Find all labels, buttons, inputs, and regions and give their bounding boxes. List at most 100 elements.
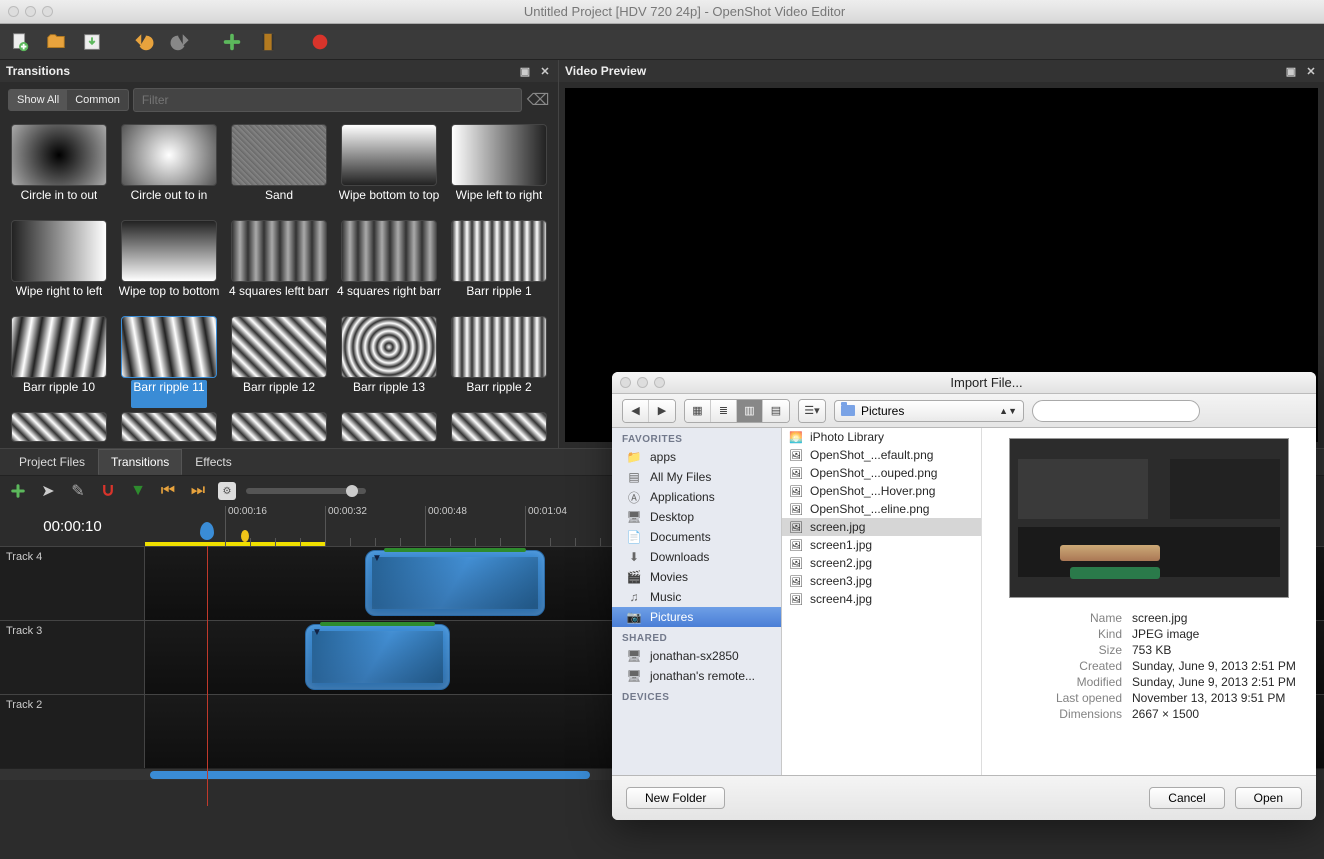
transitions-grid[interactable]: Circle in to outCircle out to inSandWipe… [0,118,558,448]
undo-button[interactable] [130,28,158,56]
dialog-minimize-button[interactable] [637,377,648,388]
view-icons-button[interactable]: ▦ [685,400,711,422]
zoom-window-button[interactable] [42,6,53,17]
timeline-settings-button[interactable]: ⚙ [218,482,236,500]
new-folder-button[interactable]: New Folder [626,787,725,809]
sidebar-item[interactable]: 🖥Desktop [612,507,781,527]
preview-float-button[interactable]: ▣ [1284,64,1298,78]
jump-end-button[interactable]: ⏭ [188,481,208,501]
dialog-search-input[interactable] [1032,400,1200,422]
file-row[interactable]: 🖼screen1.jpg [782,536,981,554]
transition-item[interactable]: Barr ripple 10 [6,316,112,408]
transition-label: Wipe top to bottom [119,284,220,312]
transition-item[interactable]: Barr ripple 13 [336,316,442,408]
path-popup[interactable]: Pictures ▲▼ [834,400,1024,422]
transition-thumbnail [11,124,107,186]
minimize-window-button[interactable] [25,6,36,17]
view-coverflow-button[interactable]: ▤ [763,400,789,422]
movies-icon: 🎬 [626,570,642,584]
tab-project-files[interactable]: Project Files [6,449,98,475]
transition-item[interactable]: 4 squares leftt barr [226,220,332,312]
chevron-updown-icon: ▲▼ [999,406,1017,416]
transition-item[interactable]: Wipe bottom to top [336,124,442,216]
transition-item[interactable]: Barr ripple 11 [116,316,222,408]
transition-item[interactable]: Barr ripple 1 [446,220,552,312]
view-list-button[interactable]: ≣ [711,400,737,422]
pointer-tool-button[interactable]: ➤ [38,481,58,501]
dialog-titlebar[interactable]: Import File... [612,372,1316,394]
transition-item[interactable]: Circle in to out [6,124,112,216]
tab-transitions[interactable]: Transitions [98,449,182,475]
devices-section-header: DEVICES [612,686,781,705]
razor-tool-button[interactable]: ✎ [68,481,88,501]
filmstrip-button[interactable] [254,28,282,56]
meta-value: JPEG image [1132,627,1306,641]
redo-button[interactable] [166,28,194,56]
file-row[interactable]: 🖼screen.jpg [782,518,981,536]
timeline-clip[interactable]: ▼ [305,624,450,690]
path-label: Pictures [861,404,904,418]
transition-item[interactable]: Circle out to in [116,124,222,216]
transitions-filter-input[interactable] [133,88,522,112]
ruler-tick: 00:01:04 [525,506,567,546]
transition-item[interactable]: Wipe left to right [446,124,552,216]
file-list-column[interactable]: 🌅iPhoto Library🖼OpenShot_...efault.png🖼O… [782,428,982,775]
sidebar-item[interactable]: 🎬Movies [612,567,781,587]
transition-item[interactable]: Wipe right to left [6,220,112,312]
sidebar-item[interactable]: ▤All My Files [612,467,781,487]
close-window-button[interactable] [8,6,19,17]
sidebar-item[interactable]: 📷Pictures [612,607,781,627]
sidebar-item[interactable]: 🖥jonathan-sx2850 [612,646,781,666]
file-row[interactable]: 🖼OpenShot_...Hover.png [782,482,981,500]
transition-item[interactable]: Barr ripple 12 [226,316,332,408]
panel-close-button[interactable]: ✕ [538,64,552,78]
save-project-button[interactable] [78,28,106,56]
dialog-close-button[interactable] [620,377,631,388]
open-project-button[interactable] [42,28,70,56]
file-row[interactable]: 🖼screen4.jpg [782,590,981,608]
record-button[interactable] [306,28,334,56]
open-button[interactable]: Open [1235,787,1302,809]
sidebar-item[interactable]: ⬇Downloads [612,547,781,567]
file-row[interactable]: 🌅iPhoto Library [782,428,981,446]
panel-float-button[interactable]: ▣ [518,64,532,78]
file-row[interactable]: 🖼OpenShot_...eline.png [782,500,981,518]
timeline-clip[interactable]: ▼ [365,550,545,616]
tab-effects[interactable]: Effects [182,449,244,475]
common-button[interactable]: Common [67,90,128,110]
zoom-slider[interactable] [246,488,366,494]
dialog-zoom-button[interactable] [654,377,665,388]
sidebar-item[interactable]: 🖥jonathan's remote... [612,666,781,686]
add-track-button[interactable] [8,481,28,501]
file-row[interactable]: 🖼screen3.jpg [782,572,981,590]
meta-key: Size [992,643,1122,657]
transition-item[interactable]: Wipe top to bottom [116,220,222,312]
sidebar-item[interactable]: 📁apps [612,447,781,467]
clear-filter-button[interactable]: ⌫ [526,88,550,112]
nav-back-button[interactable]: ◀ [623,400,649,422]
snap-button[interactable] [98,481,118,501]
jump-start-button[interactable]: ⏮ [158,481,178,501]
marker-button[interactable]: ▼ [128,481,148,501]
favorites-section-header: FAVORITES [612,428,781,447]
ruler-tick: 00:00:16 [225,506,267,546]
view-columns-button[interactable]: ▥ [737,400,763,422]
file-row[interactable]: 🖼screen2.jpg [782,554,981,572]
meta-row: KindJPEG image [992,626,1306,642]
sidebar-item[interactable]: 📄Documents [612,527,781,547]
cancel-button[interactable]: Cancel [1149,787,1224,809]
transition-item[interactable]: Barr ripple 2 [446,316,552,408]
transition-item[interactable]: 4 squares right barr [336,220,442,312]
file-row[interactable]: 🖼OpenShot_...ouped.png [782,464,981,482]
new-project-button[interactable] [6,28,34,56]
show-all-button[interactable]: Show All [9,90,67,110]
file-name: screen3.jpg [810,574,872,588]
transition-item[interactable]: Sand [226,124,332,216]
file-row[interactable]: 🖼OpenShot_...efault.png [782,446,981,464]
import-files-button[interactable] [218,28,246,56]
sidebar-item[interactable]: ⒶApplications [612,487,781,507]
sidebar-item[interactable]: ♫Music [612,587,781,607]
nav-forward-button[interactable]: ▶ [649,400,675,422]
action-menu-button[interactable]: ☰▾ [799,400,825,422]
preview-close-button[interactable]: ✕ [1304,64,1318,78]
